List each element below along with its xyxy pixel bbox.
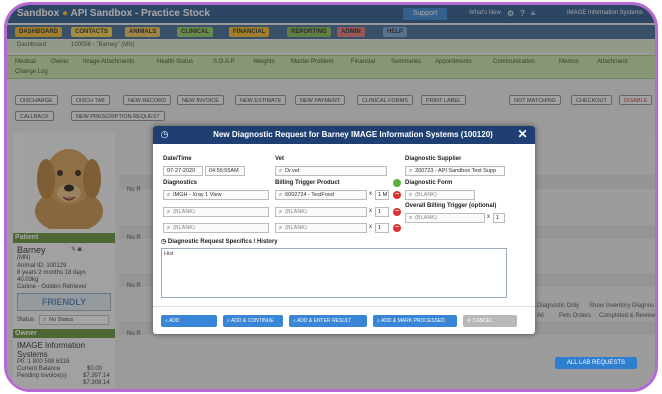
billing-value-1: 6002724 - TestFood: [285, 192, 334, 198]
search-icon: ⌕: [165, 318, 168, 324]
cancel-icon: ⊘: [467, 318, 472, 324]
add-enter-result-label: ADD & ENTER RESULT: [296, 318, 352, 324]
diagnostic-field-3[interactable]: ⌕ (BLANK): [163, 223, 269, 233]
add-row-icon[interactable]: [393, 179, 401, 187]
vet-field[interactable]: ⌕ Dr.vet: [275, 166, 387, 176]
billing-trigger-label: Billing Trigger Product: [275, 180, 340, 186]
search-icon: ⌕: [279, 209, 283, 215]
diagnostics-label: Diagnostics: [163, 180, 198, 186]
history-icon: ◷: [161, 239, 167, 245]
billing-qty-1[interactable]: 1 M: [375, 190, 389, 200]
diagnostic-form-value: (BLANK): [415, 192, 437, 198]
diagnostic-form-label: Diagnostic Form: [405, 180, 453, 186]
remove-row-icon[interactable]: −: [393, 224, 401, 232]
search-icon: ⌕: [167, 209, 171, 215]
search-icon: ⌕: [377, 318, 380, 324]
remove-row-icon[interactable]: −: [393, 208, 401, 216]
search-icon: ⌕: [409, 168, 413, 174]
add-button[interactable]: ⌕ ADD: [161, 315, 217, 327]
diagnostic-request-modal: ◷ New Diagnostic Request for Barney IMAG…: [153, 126, 535, 334]
qty-x: x: [369, 224, 372, 230]
qty-x: x: [369, 191, 372, 197]
qty-x: x: [369, 208, 372, 214]
search-icon: ⌕: [279, 168, 283, 174]
cancel-button[interactable]: ⊘ CANCEL: [463, 315, 517, 327]
app-frame: Sandbox ● API Sandbox - Practice Stock S…: [4, 2, 658, 392]
date-time-label: Date/Time: [163, 156, 192, 162]
overall-billing-qty[interactable]: 1: [493, 213, 505, 223]
add-continue-button[interactable]: ⌕ ADD & CONTINUE: [223, 315, 283, 327]
add-button-label: ADD: [168, 318, 180, 324]
add-mark-processed-button[interactable]: ⌕ ADD & MARK PROCESSED: [373, 315, 457, 327]
search-icon: ⌕: [279, 225, 283, 231]
search-icon: ⌕: [293, 318, 296, 324]
billing-value-2: (BLANK): [285, 209, 307, 215]
remove-row-icon[interactable]: −: [393, 191, 401, 199]
billing-field-1[interactable]: ⌕ 6002724 - TestFood: [275, 190, 367, 200]
overall-billing-field[interactable]: ⌕ (BLANK): [405, 213, 485, 223]
billing-field-2[interactable]: ⌕ (BLANK): [275, 207, 367, 217]
diagnostic-field-2[interactable]: ⌕ (BLANK): [163, 207, 269, 217]
all-lab-requests-button[interactable]: ALL LAB REQUESTS: [555, 357, 637, 369]
search-icon: ⌕: [409, 192, 413, 198]
search-icon: ⌕: [227, 318, 230, 324]
vet-label: Vet: [275, 156, 285, 162]
billing-qty-3[interactable]: 1: [375, 223, 389, 233]
specifics-textarea[interactable]: Hist: [161, 248, 507, 298]
qty-x: x: [487, 214, 490, 220]
add-continue-label: ADD & CONTINUE: [230, 318, 274, 324]
diagnostic-value-3: (BLANK): [173, 225, 195, 231]
supplier-field[interactable]: ⌕ 200723 - API Sandbox Test Supp: [405, 166, 505, 176]
diagnostic-value-2: (BLANK): [173, 209, 195, 215]
cancel-label: CANCEL: [472, 318, 493, 324]
supplier-value: 200723 - API Sandbox Test Supp: [415, 168, 497, 174]
close-icon[interactable]: ✕: [516, 128, 529, 141]
specifics-label-text: Diagnostic Request Specifics / History: [167, 239, 278, 245]
billing-field-3[interactable]: ⌕ (BLANK): [275, 223, 367, 233]
search-icon: ⌕: [279, 192, 283, 198]
billing-qty-2[interactable]: 1: [375, 207, 389, 217]
diagnostic-form-field[interactable]: ⌕ (BLANK): [405, 190, 475, 200]
supplier-label: Diagnostic Supplier: [405, 156, 462, 162]
time-field[interactable]: 04:56:55AM: [205, 166, 245, 176]
vet-value: Dr.vet: [285, 168, 300, 174]
date-field[interactable]: 07-27-2020: [163, 166, 203, 176]
specifics-label: ◷ Diagnostic Request Specifics / History: [161, 238, 278, 245]
history-icon: ◷: [160, 129, 169, 139]
modal-title: New Diagnostic Request for Barney IMAGE …: [213, 130, 493, 139]
add-enter-result-button[interactable]: ⌕ ADD & ENTER RESULT: [289, 315, 367, 327]
search-icon: ⌕: [167, 225, 171, 231]
modal-header: ◷ New Diagnostic Request for Barney IMAG…: [153, 126, 535, 144]
search-icon: ⌕: [167, 192, 171, 198]
overall-billing-value: (BLANK): [415, 215, 437, 221]
search-icon: ⌕: [409, 215, 413, 221]
overall-billing-label: Overall Billing Trigger (optional): [405, 203, 497, 209]
diagnostic-field-1[interactable]: ⌕ IMGH - Xray 1 View: [163, 190, 269, 200]
add-mark-processed-label: ADD & MARK PROCESSED: [380, 318, 445, 324]
modal-footer: ⌕ ADD ⌕ ADD & CONTINUE ⌕ ADD & ENTER RES…: [153, 306, 535, 334]
diagnostic-value-1: IMGH - Xray 1 View: [173, 192, 222, 198]
billing-value-3: (BLANK): [285, 225, 307, 231]
